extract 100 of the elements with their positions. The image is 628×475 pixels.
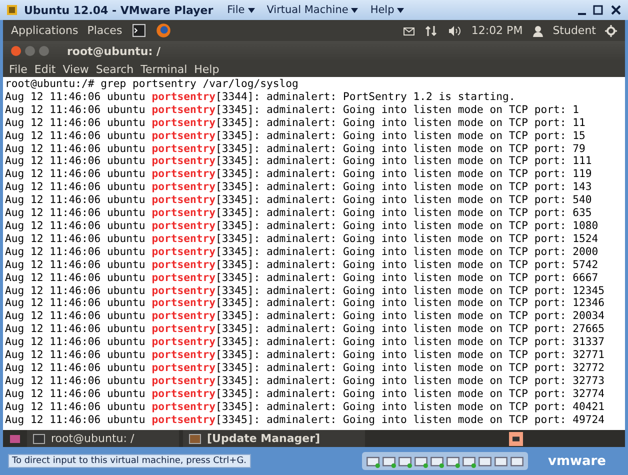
terminal-title: root@ubuntu: /	[67, 44, 160, 58]
menu-item[interactable]: Edit	[34, 62, 56, 76]
menu-item[interactable]: File	[227, 4, 255, 16]
log-timestamp: Aug 12 11:46:06 ubuntu	[5, 284, 146, 296]
log-timestamp: Aug 12 11:46:06 ubuntu	[5, 388, 146, 400]
log-timestamp: Aug 12 11:46:06 ubuntu	[5, 116, 146, 129]
log-message: [3345]: adminalert: Going into listen mode on TCP port: 1524	[216, 232, 598, 245]
log-message: [3345]: adminalert: Going into listen mode on TCP port: 27665	[216, 323, 605, 336]
log-message: [3345]: adminalert: Going into listen mode on TCP port: 31337	[216, 336, 605, 348]
process-name: portsentry	[152, 220, 216, 232]
log-message: [3345]: adminalert: Going into listen mode on TCP port: 32774	[216, 388, 605, 400]
log-timestamp: Aug 12 11:46:06 ubuntu	[5, 336, 146, 348]
process-name: portsentry	[152, 414, 216, 426]
log-timestamp: Aug 12 11:46:06 ubuntu	[5, 194, 146, 206]
log-timestamp: Aug 12 11:46:06 ubuntu	[5, 400, 146, 413]
process-name: portsentry	[152, 400, 216, 413]
maximize-icon	[592, 4, 604, 16]
menu-item[interactable]: Help	[194, 62, 220, 76]
close-icon	[610, 4, 622, 16]
log-timestamp: Aug 12 11:46:06 ubuntu	[5, 207, 146, 220]
log-message: [3345]: adminalert: Going into listen mode on TCP port: 79	[216, 142, 586, 155]
clock[interactable]: 12:02 PM	[471, 24, 523, 37]
caret-icon	[351, 8, 358, 12]
terminal-icon	[131, 24, 148, 37]
taskbar-item[interactable]: [Update Manager]	[183, 430, 365, 447]
log-message: [3345]: adminalert: Going into listen mode on TCP port: 1	[216, 104, 580, 116]
log-message: [3345]: adminalert: Going into listen mode on TCP port: 49724	[216, 414, 605, 426]
process-name: portsentry	[152, 349, 216, 362]
log-message: [3345]: adminalert: Going into listen mode on TCP port: 32772	[216, 362, 605, 374]
terminal-icon	[33, 434, 45, 444]
process-name: portsentry	[152, 130, 216, 142]
process-name: portsentry	[152, 155, 216, 168]
network-icon	[425, 24, 438, 36]
log-timestamp: Aug 12 11:46:06 ubuntu	[5, 374, 146, 387]
log-timestamp: Aug 12 11:46:06 ubuntu	[5, 362, 146, 374]
close-icon[interactable]	[11, 46, 21, 56]
package-icon	[189, 434, 201, 444]
user-icon	[532, 24, 544, 36]
process-name: portsentry	[152, 336, 216, 348]
process-name: portsentry	[152, 232, 216, 245]
menu-item[interactable]: View	[62, 62, 89, 76]
log-timestamp: Aug 12 11:46:06 ubuntu	[5, 155, 146, 168]
panel-menu[interactable]: Applications	[11, 24, 78, 37]
log-message: [3345]: adminalert: Going into listen mode on TCP port: 6667	[216, 272, 598, 284]
process-name: portsentry	[152, 207, 216, 220]
vmware-logo: vmware	[548, 454, 606, 468]
command-line: root@ubuntu:/# grep portsentry /var/log/syslog	[5, 78, 298, 90]
log-message: [3345]: adminalert: Going into listen mode on TCP port: 635	[216, 207, 592, 220]
log-message: [3345]: adminalert: Going into listen mode on TCP port: 119	[216, 168, 592, 180]
log-timestamp: Aug 12 11:46:06 ubuntu	[5, 323, 146, 336]
menu-item[interactable]: Terminal	[140, 62, 188, 76]
log-timestamp: Aug 12 11:46:06 ubuntu	[5, 272, 146, 284]
process-name: portsentry	[152, 258, 216, 271]
log-timestamp: Aug 12 11:46:06 ubuntu	[5, 310, 146, 322]
process-name: portsentry	[152, 90, 216, 103]
browser-icon	[156, 23, 172, 38]
minimize-icon[interactable]	[25, 46, 35, 56]
gear-icon	[605, 24, 617, 36]
log-message: [3345]: adminalert: Going into listen mode on TCP port: 12346	[216, 297, 605, 310]
process-name: portsentry	[152, 116, 216, 129]
process-name: portsentry	[152, 323, 216, 336]
user-name[interactable]: Student	[552, 24, 596, 37]
log-timestamp: Aug 12 11:46:06 ubuntu	[5, 349, 146, 362]
log-message: [3345]: adminalert: Going into listen mode on TCP port: 2000	[216, 246, 598, 258]
menu-item[interactable]: Search	[96, 62, 134, 76]
log-timestamp: Aug 12 11:46:06 ubuntu	[5, 104, 146, 116]
status-hint: To direct input to this virtual machine, press Ctrl+G.	[8, 454, 251, 468]
log-message: [3345]: adminalert: Going into listen mode on TCP port: 540	[216, 194, 592, 206]
process-name: portsentry	[152, 142, 216, 155]
log-timestamp: Aug 12 11:46:06 ubuntu	[5, 142, 146, 155]
log-message: [3345]: adminalert: Going into listen mode on TCP port: 40421	[216, 400, 605, 413]
process-name: portsentry	[152, 194, 216, 206]
process-name: portsentry	[152, 168, 216, 180]
log-timestamp: Aug 12 11:46:06 ubuntu	[5, 297, 146, 310]
desktop-icon	[7, 432, 23, 444]
volume-icon	[446, 24, 462, 36]
log-message: [3345]: adminalert: Going into listen mode on TCP port: 1080	[216, 220, 598, 232]
log-message: [3345]: adminalert: Going into listen mode on TCP port: 20034	[216, 310, 605, 322]
process-name: portsentry	[152, 272, 216, 284]
taskbar-item[interactable]: root@ubuntu: /	[27, 430, 179, 447]
menu-item[interactable]: File	[9, 62, 28, 76]
process-name: portsentry	[152, 181, 216, 194]
menu-item[interactable]: Help	[370, 4, 404, 16]
process-name: portsentry	[152, 246, 216, 258]
log-message: [3344]: adminalert: PortSentry 1.2 is starting.	[216, 90, 516, 103]
log-timestamp: Aug 12 11:46:06 ubuntu	[5, 168, 146, 180]
mail-icon	[402, 24, 416, 36]
menu-item[interactable]: Virtual Machine	[266, 4, 358, 16]
process-name: portsentry	[152, 388, 216, 400]
process-name: portsentry	[152, 284, 216, 296]
caret-icon	[397, 8, 404, 12]
process-name: portsentry	[152, 374, 216, 387]
log-timestamp: Aug 12 11:46:06 ubuntu	[5, 258, 146, 271]
log-message: [3345]: adminalert: Going into listen mode on TCP port: 111	[216, 155, 592, 168]
panel-menu[interactable]: Places	[87, 24, 122, 37]
log-message: [3345]: adminalert: Going into listen mode on TCP port: 11	[216, 116, 586, 129]
caret-icon	[248, 8, 255, 12]
log-timestamp: Aug 12 11:46:06 ubuntu	[5, 246, 146, 258]
maximize-icon[interactable]	[39, 46, 49, 56]
log-message: [3345]: adminalert: Going into listen mode on TCP port: 143	[216, 181, 592, 194]
